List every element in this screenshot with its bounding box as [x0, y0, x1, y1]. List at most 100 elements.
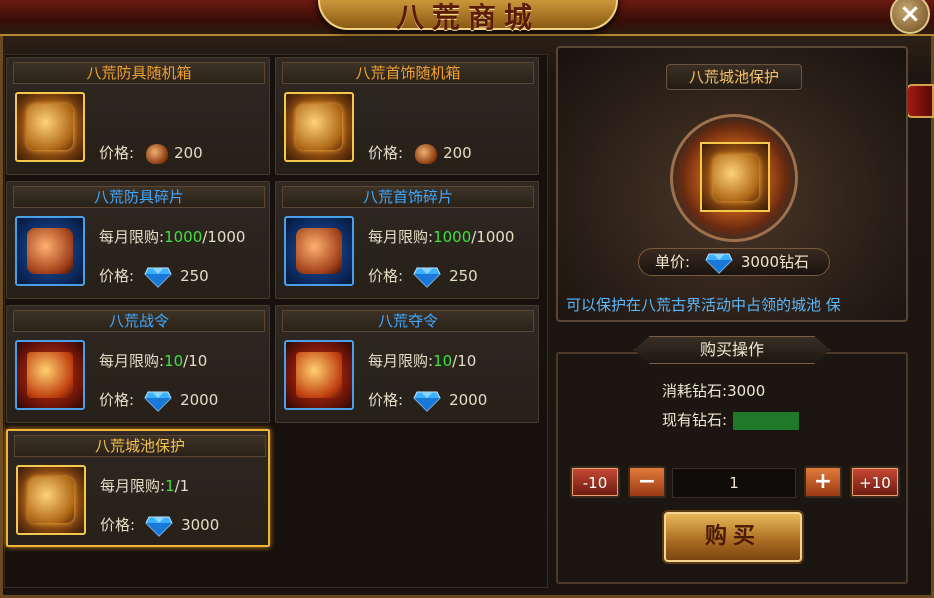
price-label: 价格:	[100, 516, 136, 534]
owned-value-redacted	[733, 411, 800, 430]
item-title: 八荒战令	[13, 310, 265, 332]
limit-label: 每月限购:	[368, 228, 434, 246]
cost-label: 消耗钻石:	[662, 382, 728, 400]
buy-button[interactable]: 购买	[664, 512, 802, 562]
shop-item-card[interactable]: 八荒夺令每月限购:10/10 价格: 2000	[275, 305, 539, 423]
diamond-icon	[413, 391, 441, 412]
detail-item-thumbnail	[700, 142, 770, 212]
owned-label: 现有钻石:	[662, 411, 728, 429]
diamond-icon	[144, 267, 172, 288]
plus-10-button[interactable]: +10	[850, 466, 900, 498]
item-detail-panel: 八荒城池保护 单价: 3000钻石 可以保护在八荒古界活动中占领的城池 保	[556, 46, 908, 322]
city-protection-icon	[713, 155, 759, 201]
item-thumbnail[interactable]	[284, 92, 354, 162]
item-icon	[28, 477, 74, 523]
limit-used: 1000	[433, 228, 472, 246]
item-title: 八荒防具随机箱	[13, 62, 265, 84]
price-value: 250	[449, 267, 478, 285]
title-plate: 八荒商城	[318, 0, 618, 34]
item-icon	[27, 104, 73, 150]
limit-label: 每月限购:	[99, 228, 165, 246]
item-thumbnail[interactable]	[15, 92, 85, 162]
limit-used: 1000	[164, 228, 203, 246]
price-value: 200	[443, 144, 472, 162]
shop-item-card[interactable]: 八荒战令每月限购:10/10 价格: 2000	[6, 305, 270, 423]
coin-icon	[415, 143, 438, 164]
item-icon	[27, 228, 73, 274]
item-icon	[296, 104, 342, 150]
item-title: 八荒城池保护	[14, 435, 266, 457]
limit-total: /10	[183, 352, 208, 370]
price-value: 3000	[181, 516, 220, 534]
item-title: 八荒首饰随机箱	[282, 62, 534, 84]
cost-value: 3000	[727, 382, 766, 400]
item-thumbnail[interactable]	[15, 216, 85, 286]
price-row: 价格: 250	[99, 265, 209, 288]
owned-row: 现有钻石:	[662, 409, 800, 430]
price-label: 价格:	[99, 144, 135, 162]
side-tab-icon[interactable]	[906, 84, 934, 118]
description-marquee: 可以保护在八荒古界活动中占领的城池 保	[566, 296, 841, 314]
limit-used: 10	[164, 352, 184, 370]
detail-title: 八荒城池保护	[666, 64, 802, 90]
limit-total: /1	[174, 477, 190, 495]
price-value: 200	[174, 144, 203, 162]
window-title: 八荒商城	[395, 1, 540, 34]
price-row: 价格: 200	[99, 142, 203, 164]
unit-price-label: 单价:	[655, 253, 691, 271]
price-value: 2000	[449, 391, 488, 409]
price-label: 价格:	[368, 267, 404, 285]
minus-button[interactable]: −	[628, 466, 666, 498]
plus-button[interactable]: +	[804, 466, 842, 498]
diamond-icon	[705, 253, 733, 274]
item-title: 八荒首饰碎片	[282, 186, 534, 208]
item-title: 八荒防具碎片	[13, 186, 265, 208]
item-icon	[296, 228, 342, 274]
price-row: 价格: 2000	[99, 389, 218, 412]
limit-label: 每月限购:	[368, 352, 434, 370]
item-thumbnail[interactable]	[15, 340, 85, 410]
price-row: 价格: 250	[368, 265, 478, 288]
purchase-title: 购买操作	[634, 336, 830, 364]
item-title: 八荒夺令	[282, 310, 534, 332]
diamond-icon	[144, 391, 172, 412]
shop-item-card[interactable]: 八荒城池保护每月限购:1/1 价格: 3000	[6, 429, 270, 547]
shop-item-card[interactable]: 八荒防具碎片每月限购:1000/1000 价格: 250	[6, 181, 270, 299]
item-icon	[27, 352, 73, 398]
price-label: 价格:	[99, 391, 135, 409]
limit-row: 每月限购:10/10	[368, 350, 476, 371]
price-row: 价格: 3000	[100, 514, 219, 537]
unit-price-value: 3000钻石	[740, 253, 810, 271]
shop-item-card[interactable]: 八荒首饰随机箱价格: 200	[275, 57, 539, 175]
item-thumbnail[interactable]	[284, 216, 354, 286]
price-label: 价格:	[368, 391, 404, 409]
limit-total: /1000	[471, 228, 515, 246]
limit-row: 每月限购:1/1	[100, 475, 189, 496]
quantity-input[interactable]: 1	[672, 468, 796, 498]
limit-used: 1	[165, 477, 175, 495]
unit-price-plate: 单价: 3000钻石	[638, 248, 830, 276]
coin-icon	[146, 143, 169, 164]
item-thumbnail[interactable]	[16, 465, 86, 535]
minus-10-button[interactable]: -10	[570, 466, 620, 498]
limit-row: 每月限购:1000/1000	[99, 226, 245, 247]
shop-item-card[interactable]: 八荒防具随机箱价格: 200	[6, 57, 270, 175]
limit-total: /10	[452, 352, 477, 370]
price-value: 250	[180, 267, 209, 285]
price-value: 2000	[180, 391, 219, 409]
cost-row: 消耗钻石:3000	[662, 380, 765, 401]
limit-label: 每月限购:	[100, 477, 166, 495]
item-thumbnail[interactable]	[284, 340, 354, 410]
diamond-icon	[145, 516, 173, 537]
price-label: 价格:	[368, 144, 404, 162]
price-label: 价格:	[99, 267, 135, 285]
shop-item-card[interactable]: 八荒首饰碎片每月限购:1000/1000 价格: 250	[275, 181, 539, 299]
diamond-icon	[413, 267, 441, 288]
item-icon	[296, 352, 342, 398]
limit-used: 10	[433, 352, 453, 370]
limit-row: 每月限购:10/10	[99, 350, 207, 371]
limit-total: /1000	[202, 228, 246, 246]
price-row: 价格: 2000	[368, 389, 487, 412]
limit-row: 每月限购:1000/1000	[368, 226, 514, 247]
price-row: 价格: 200	[368, 142, 472, 164]
